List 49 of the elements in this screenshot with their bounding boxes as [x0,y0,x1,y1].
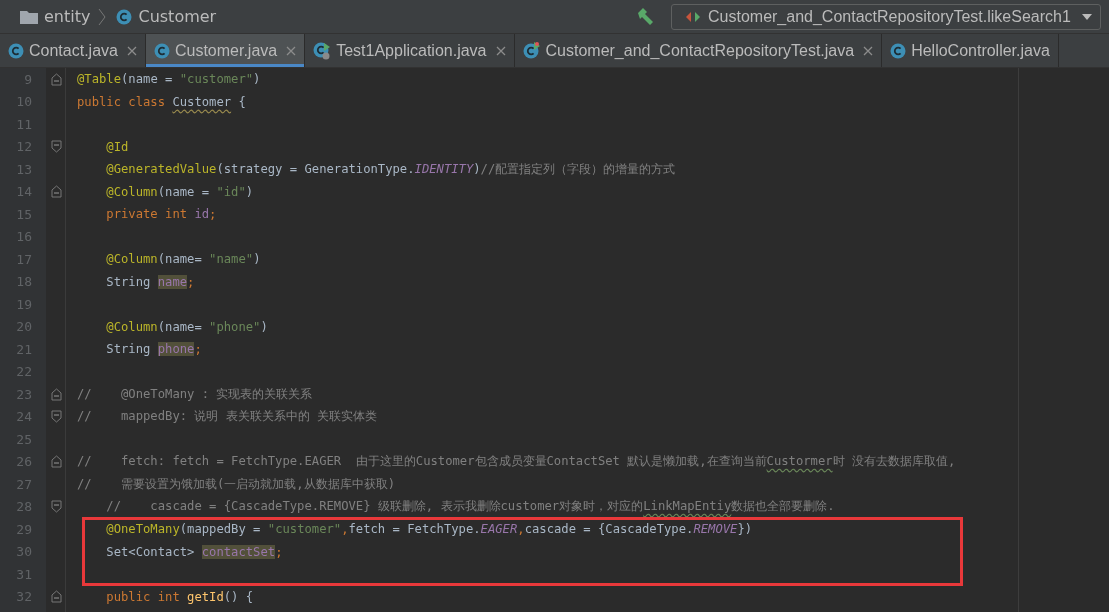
code-line: @Column(name= "phone") [105,319,268,334]
class-icon [8,42,24,59]
code-line: @Id [105,139,129,154]
code-line: String name; [105,274,195,289]
class-icon [153,42,170,59]
caret-icon [1082,13,1092,20]
breadcrumb-item[interactable]: Customer [138,7,217,26]
close-icon[interactable] [126,45,137,56]
editor-tab[interactable]: HelloController.java [882,34,1059,67]
code-line: Set<Contact> contactSet; [105,544,283,559]
editor-tab[interactable]: Contact.java [0,34,146,67]
fold-marker-icon[interactable] [50,140,62,154]
breadcrumb-item[interactable]: entity [44,7,91,26]
code-line: // mappedBy: 说明 表关联关系中的 关联实体类 [76,408,378,426]
code-line: @OneToMany(mappedBy = "customer",fetch = FetchType.EAGER,cascade = {CascadeType.REMOVE}) [105,522,753,537]
folder-icon [20,9,38,24]
code-line: private int id; [105,207,217,222]
run-configuration-dropdown[interactable]: Customer_and_ContactRepositoryTest.likeSearch1 [671,3,1101,30]
editor-tab[interactable]: Customer.java [145,34,306,67]
code-line: // fetch: fetch = FetchType.EAGER 由于这里的Customer包含成员变量ContactSet 默认是懒加载,在查询当前Custormer时 没有去数据库取值, [76,453,956,471]
fold-marker-icon[interactable] [50,455,62,469]
code-line: public int getId() { [105,589,254,604]
fold-marker-icon[interactable] [50,185,62,199]
class-icon [890,42,907,59]
close-icon[interactable] [286,45,297,56]
editor-tab[interactable]: Test1Application.java [305,34,515,67]
hammer-icon[interactable] [635,6,655,27]
fold-marker-icon[interactable] [50,72,62,86]
code-line: @GeneratedValue(strategy = GenerationType.IDENTITY)//配置指定列（字段）的增量的方式 [105,160,676,178]
code-line: // cascade = {CascadeType.REMOVE} 级联删除, 表示我删除customer对象时，对应的LinkMapEntiy数据也全部要删除. [105,498,835,516]
fold-marker-icon[interactable] [50,500,62,514]
spring-class-icon [313,41,332,60]
test-class-icon [522,41,541,60]
test-config-icon [686,10,700,23]
chevron-icon [98,7,107,26]
code-line: String phone; [105,342,202,357]
code-line: // 需要设置为饿加载(一启动就加载,从数据库中获取) [76,475,396,493]
code-line: @Column(name= "name") [105,252,261,267]
code-line: // @OneToMany : 实现表的关联关系 [76,385,313,403]
close-icon[interactable] [863,45,874,56]
code-line: public class Customer { [76,94,246,109]
editor-tab[interactable]: Customer_and_ContactRepositoryTest.java [514,34,883,67]
code-line: @Column(name = "id") [105,184,254,199]
fold-marker-icon[interactable] [50,410,62,424]
fold-marker-icon[interactable] [50,590,62,604]
fold-marker-icon[interactable] [50,387,62,401]
close-icon[interactable] [495,45,506,56]
class-icon [116,8,133,25]
code-line: @Table(name = "customer") [76,72,261,87]
